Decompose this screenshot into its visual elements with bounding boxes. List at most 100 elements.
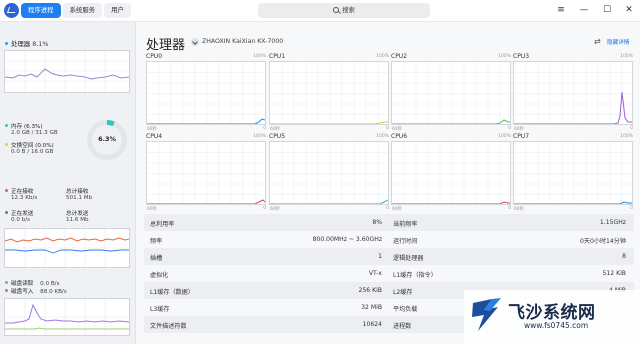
tab-processes[interactable]: 程序进程 bbox=[21, 3, 61, 18]
cpu-axis-time: 60秒 bbox=[147, 127, 157, 132]
stat-label: 虚拟化 bbox=[150, 272, 169, 279]
stat-label: 频率 bbox=[150, 238, 163, 245]
cpu-core-name: CPU7 bbox=[513, 133, 530, 140]
stat-label: 进程数 bbox=[393, 323, 412, 330]
net-total-send-label: 总计发送 bbox=[66, 211, 89, 217]
sidebar-memory-detail: 2.0 GB / 31.3 GB bbox=[11, 130, 58, 136]
cpu-axis-time: 60秒 bbox=[270, 207, 280, 212]
cpu-core-panel: CPU2 100% 60秒 0 bbox=[391, 53, 511, 133]
cpu-axis-zero: 0 bbox=[508, 126, 511, 131]
stat-label: 总利用率 bbox=[150, 221, 175, 228]
cpu-axis-time: 60秒 bbox=[270, 127, 280, 132]
cpu-usage-line bbox=[392, 201, 510, 204]
sidebar-disk-graph bbox=[4, 298, 130, 336]
cpu-dot-icon bbox=[5, 42, 8, 45]
cpu-model-name: ZHAOXIN KaiXian KX-7000 bbox=[202, 38, 284, 45]
net-total-recv-label: 总计接收 bbox=[66, 189, 89, 195]
cpu-axis-zero: 0 bbox=[508, 206, 511, 211]
cpu-usage-line bbox=[514, 201, 632, 204]
stat-label: L1缓存（数据） bbox=[150, 289, 194, 296]
disk-read-dot-icon bbox=[5, 281, 8, 284]
cpu-axis-max: 100% bbox=[376, 134, 389, 139]
cpu-core-graph bbox=[146, 61, 266, 125]
cpu-axis-zero: 0 bbox=[386, 206, 389, 211]
cpu-usage-line bbox=[270, 199, 388, 204]
cpu-axis-zero: 0 bbox=[263, 126, 266, 131]
sidebar-cpu-title[interactable]: 处理器 8.1% bbox=[5, 39, 48, 48]
stat-label: 平均负载 bbox=[393, 306, 418, 313]
cpu-core-graph bbox=[391, 141, 511, 205]
stats-row: 频率 800.00MHz ~ 3.60GHz 运行时间 0天0小时14分钟 bbox=[144, 231, 634, 248]
close-icon[interactable]: ✕ bbox=[622, 3, 636, 17]
cpu-core-name: CPU2 bbox=[391, 53, 408, 60]
cpu-core-name: CPU3 bbox=[513, 53, 530, 60]
cpu-core-name: CPU4 bbox=[146, 133, 163, 140]
stat-label: 当前频率 bbox=[393, 221, 418, 228]
cpu-axis-time: 60秒 bbox=[514, 207, 524, 212]
watermark-logo-icon bbox=[472, 298, 501, 331]
net-send-value: 0.0 b/s bbox=[11, 217, 31, 223]
cpu-usage-line bbox=[147, 118, 265, 124]
cpu-core-graph bbox=[513, 141, 633, 205]
menu-icon[interactable]: ≡ bbox=[554, 3, 568, 17]
cpu-axis-max: 100% bbox=[376, 54, 389, 59]
site-watermark: 飞沙系统网 www.fs0745.com bbox=[464, 290, 640, 344]
cpu-core-graph bbox=[513, 61, 633, 125]
cpu-usage-line bbox=[270, 121, 388, 124]
stat-value: 800.00MHz ~ 3.60GHz bbox=[312, 236, 382, 243]
sidebar-cpu-label: 处理器 bbox=[11, 40, 31, 48]
sidebar-memory-title[interactable]: 内存 (6.3%) bbox=[5, 122, 43, 130]
stat-value: 10624 bbox=[362, 321, 382, 328]
hide-details-button[interactable]: 隐藏详情 bbox=[607, 38, 629, 46]
sidebar-cpu-graph bbox=[4, 50, 130, 93]
minimize-icon[interactable]: — bbox=[577, 3, 591, 17]
cpu-axis-max: 100% bbox=[620, 54, 633, 59]
stat-label: 插槽 bbox=[150, 255, 163, 262]
view-switch-icon[interactable]: ⇄ bbox=[594, 37, 601, 46]
memory-dot-icon bbox=[5, 124, 8, 127]
cpu-core-panel: CPU3 100% 60秒 0 bbox=[513, 53, 633, 133]
cpu-axis-time: 60秒 bbox=[147, 207, 157, 212]
cpu-usage-line bbox=[392, 119, 510, 124]
search-box[interactable]: 搜索 bbox=[258, 3, 430, 18]
cpu-usage-line bbox=[147, 199, 265, 204]
net-send-label: 正在发送 bbox=[5, 209, 33, 217]
cpu-usage-line bbox=[514, 91, 632, 124]
net-recv-dot-icon bbox=[5, 189, 8, 192]
search-label: 搜索 bbox=[342, 7, 355, 14]
tab-users[interactable]: 用户 bbox=[104, 3, 131, 18]
cpu-axis-max: 100% bbox=[253, 134, 266, 139]
chevron-down-icon[interactable] bbox=[191, 38, 199, 46]
cpu-core-name: CPU6 bbox=[391, 133, 408, 140]
cpu-axis-zero: 0 bbox=[386, 126, 389, 131]
net-recv-value: 12.3 Kb/s bbox=[11, 195, 38, 201]
cpu-core-name: CPU5 bbox=[269, 133, 286, 140]
cpu-axis-max: 100% bbox=[620, 134, 633, 139]
maximize-icon[interactable]: ☐ bbox=[600, 3, 614, 17]
disk-write-row: 磁盘写入 88.0 KB/s bbox=[5, 287, 67, 295]
disk-write-label: 磁盘写入 bbox=[11, 289, 34, 295]
page-title: 处理器 bbox=[146, 38, 186, 53]
stat-value: 256 KiB bbox=[358, 287, 382, 294]
net-total-recv-value: 501.1 Mb bbox=[66, 195, 93, 201]
stat-label: 逻辑处理器 bbox=[393, 255, 424, 262]
net-recv-label: 正在接收 bbox=[5, 187, 33, 195]
app-logo-icon bbox=[4, 3, 19, 18]
memory-ring-label: 6.3% bbox=[98, 135, 116, 143]
cpu-axis-max: 100% bbox=[253, 54, 266, 59]
disk-write-dot-icon bbox=[5, 289, 8, 292]
stat-value: 512 KiB bbox=[602, 270, 626, 277]
swap-dot-icon bbox=[5, 143, 8, 146]
cpu-core-panel: CPU6 100% 60秒 0 bbox=[391, 133, 511, 213]
cpu-core-panel: CPU7 100% 60秒 0 bbox=[513, 133, 633, 213]
watermark-url: www.fs0745.com bbox=[524, 321, 589, 330]
stat-label: L2缓存 bbox=[393, 289, 413, 296]
tab-bar: 程序进程 系统服务 用户 bbox=[21, 3, 131, 18]
cpu-core-graph bbox=[269, 61, 389, 125]
sidebar-swap-title[interactable]: 交换空间 (0.0%) bbox=[5, 141, 54, 149]
stat-label: 运行时间 bbox=[393, 238, 418, 245]
tab-services[interactable]: 系统服务 bbox=[62, 3, 103, 18]
cpu-core-panel: CPU5 100% 60秒 0 bbox=[269, 133, 389, 213]
stat-value: 1.15GHz bbox=[599, 219, 626, 226]
cpu-core-panel: CPU0 100% 60秒 0 bbox=[146, 53, 266, 133]
